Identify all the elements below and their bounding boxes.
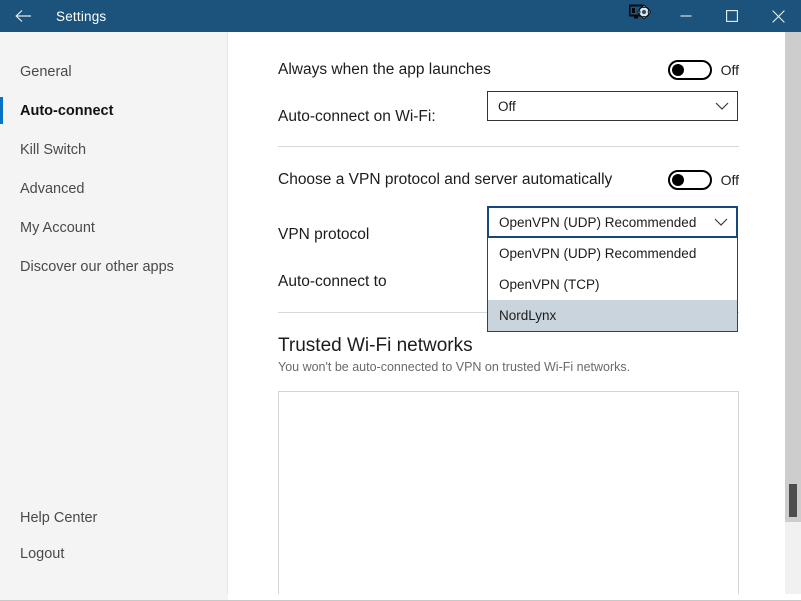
sidebar-item-kill-switch[interactable]: Kill Switch xyxy=(0,130,227,169)
sidebar-item-auto-connect[interactable]: Auto-connect xyxy=(0,91,227,130)
minimize-button[interactable] xyxy=(663,0,709,32)
maximize-icon xyxy=(726,10,738,22)
vpn-protocol-label: VPN protocol xyxy=(278,226,370,243)
sidebar-item-label: Help Center xyxy=(20,510,98,526)
sidebar-item-label: Advanced xyxy=(20,180,85,197)
dropdown-option-label: OpenVPN (UDP) Recommended xyxy=(499,246,697,261)
vpn-protocol-select[interactable]: OpenVPN (UDP) Recommended xyxy=(487,206,738,238)
bottom-bar-left-fill xyxy=(0,594,228,600)
close-button[interactable] xyxy=(755,0,801,32)
choose-protocol-auto-label: Choose a VPN protocol and server automat… xyxy=(278,170,613,188)
scrollbar-track[interactable] xyxy=(785,32,801,522)
choose-protocol-toggle-wrap: Off xyxy=(667,169,739,190)
chevron-down-icon xyxy=(714,218,728,227)
window-title: Settings xyxy=(56,8,107,24)
vpn-protocol-option-openvpn-tcp[interactable]: OpenVPN (TCP) xyxy=(488,269,737,300)
sidebar-item-label: General xyxy=(20,63,72,80)
choose-protocol-auto-toggle-state: Off xyxy=(720,171,739,188)
always-launch-label: Always when the app launches xyxy=(278,61,491,78)
sidebar-bottom-nav: Help Center Logout xyxy=(0,500,227,572)
sidebar: General Auto-connect Kill Switch Advance… xyxy=(0,32,228,594)
always-launch-toggle-wrap: Off xyxy=(667,60,739,80)
trusted-networks-section: Trusted Wi-Fi networks You won't be auto… xyxy=(278,335,785,594)
sidebar-item-logout[interactable]: Logout xyxy=(0,536,227,572)
settings-content-panel: Always when the app launches Off Auto-co… xyxy=(229,32,785,594)
scrollbar-thumb[interactable] xyxy=(789,484,797,517)
dropdown-option-label: NordLynx xyxy=(499,308,557,323)
sidebar-item-advanced[interactable]: Advanced xyxy=(0,169,227,208)
minimize-icon xyxy=(680,10,692,22)
content-scrollbar[interactable] xyxy=(785,32,801,594)
vpn-protocol-dropdown: OpenVPN (UDP) Recommended OpenVPN (TCP) … xyxy=(487,238,738,332)
vpn-protocol-value: OpenVPN (UDP) Recommended xyxy=(499,214,697,230)
always-launch-toggle-state: Off xyxy=(720,62,739,78)
autoconnect-wifi-label: Auto-connect on Wi-Fi: xyxy=(278,108,436,125)
choose-protocol-auto-toggle[interactable] xyxy=(667,169,712,190)
chevron-down-icon xyxy=(715,102,729,111)
back-button[interactable] xyxy=(0,0,46,32)
sidebar-item-label: Auto-connect xyxy=(20,102,114,119)
sidebar-item-label: Discover our other apps xyxy=(20,258,174,275)
close-icon xyxy=(771,9,785,23)
sidebar-item-label: Logout xyxy=(20,546,65,562)
sidebar-item-label: Kill Switch xyxy=(20,141,87,158)
window-bottom-bar xyxy=(0,594,801,601)
always-launch-row: Always when the app launches Off xyxy=(278,48,785,92)
trusted-networks-title: Trusted Wi-Fi networks xyxy=(278,335,473,356)
title-bar: Settings xyxy=(0,0,801,32)
sidebar-item-general[interactable]: General xyxy=(0,52,227,91)
autoconnect-wifi-value: Off xyxy=(498,98,516,114)
always-launch-toggle[interactable] xyxy=(667,60,712,80)
vpn-protocol-option-openvpn-udp[interactable]: OpenVPN (UDP) Recommended xyxy=(488,238,737,269)
trusted-networks-subtitle: You won't be auto-connected to VPN on tr… xyxy=(278,360,631,374)
choose-protocol-auto-row: Choose a VPN protocol and server automat… xyxy=(278,147,785,212)
toggle-knob xyxy=(671,64,684,76)
sidebar-item-discover-apps[interactable]: Discover our other apps xyxy=(0,247,227,286)
autoconnect-to-label: Auto-connect to xyxy=(278,273,387,290)
dropdown-option-label: OpenVPN (TCP) xyxy=(499,277,600,292)
settings-window: Settings General Auto-connect Kill Switc… xyxy=(0,0,801,601)
sidebar-item-label: My Account xyxy=(20,219,95,236)
sidebar-item-my-account[interactable]: My Account xyxy=(0,208,227,247)
sidebar-item-help-center[interactable]: Help Center xyxy=(0,500,227,536)
app-settings-icon-button[interactable] xyxy=(617,0,663,32)
autoconnect-wifi-select[interactable]: Off xyxy=(487,91,738,121)
monitor-gear-icon xyxy=(628,4,651,28)
vpn-protocol-option-nordlynx[interactable]: NordLynx xyxy=(488,300,737,331)
arrow-left-icon xyxy=(14,9,32,23)
sidebar-nav-list: General Auto-connect Kill Switch Advance… xyxy=(0,32,227,286)
maximize-button[interactable] xyxy=(709,0,755,32)
toggle-knob xyxy=(671,173,684,186)
trusted-networks-list[interactable] xyxy=(278,391,739,594)
